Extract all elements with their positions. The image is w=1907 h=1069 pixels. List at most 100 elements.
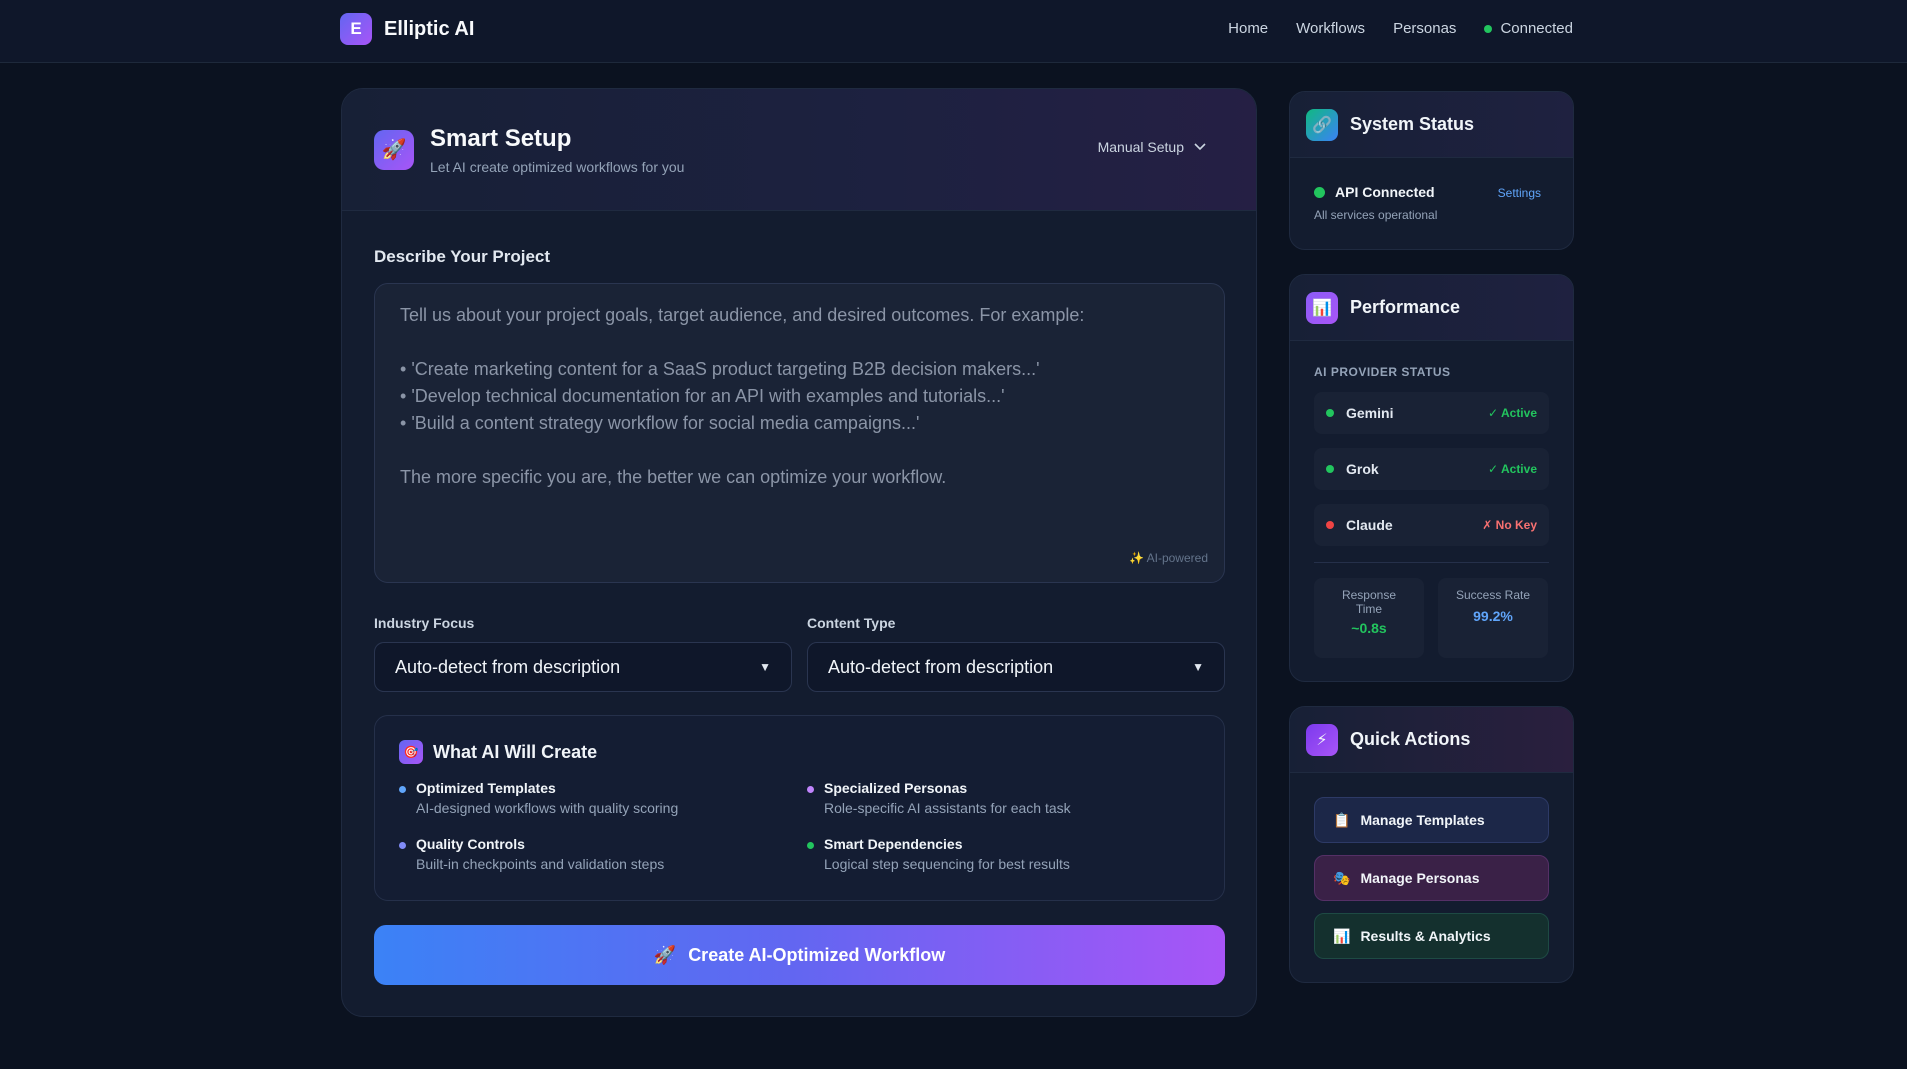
success-rate-metric: Success Rate 99.2% xyxy=(1438,578,1548,658)
connection-status: Connected xyxy=(1484,20,1573,37)
target-icon: 🎯 xyxy=(399,740,423,764)
masks-icon: 🎭 xyxy=(1333,869,1351,886)
connected-dot-icon xyxy=(1484,24,1493,33)
bullet-dot-icon xyxy=(399,786,406,793)
feature-title: Optimized Templates xyxy=(416,780,556,796)
quick-actions-title: Quick Actions xyxy=(1350,729,1471,749)
feature-title: Quality Controls xyxy=(416,836,525,852)
response-time-label-line2: Time xyxy=(1355,602,1383,616)
divider xyxy=(1314,562,1549,563)
provider-row-grok: Grok ✓ Active xyxy=(1314,448,1549,490)
what-ai-will-create-panel: 🎯 What AI Will Create Optimized Template… xyxy=(374,715,1225,901)
api-status-subtext: All services operational xyxy=(1314,208,1438,222)
feature-title: Specialized Personas xyxy=(824,780,968,796)
performance-title: Performance xyxy=(1350,297,1461,317)
system-status-title: System Status xyxy=(1350,114,1475,134)
project-description-textarea[interactable]: Tell us about your project goals, target… xyxy=(374,283,1225,583)
provider-status: ✓ Active xyxy=(1488,462,1537,476)
manual-setup-label: Manual Setup xyxy=(1097,139,1184,155)
bullet-dot-icon xyxy=(807,786,814,793)
content-type-value: Auto-detect from description xyxy=(828,656,1054,677)
performance-body: AI PROVIDER STATUS Gemini ✓ Active Grok … xyxy=(1290,341,1573,681)
results-analytics-label: Results & Analytics xyxy=(1360,928,1491,944)
feature-desc: Built-in checkpoints and validation step… xyxy=(416,856,665,872)
performance-card: 📊 Performance AI PROVIDER STATUS Gemini … xyxy=(1289,274,1574,682)
smart-setup-title: Smart Setup xyxy=(430,124,572,152)
link-icon: 🔗 xyxy=(1306,108,1338,141)
describe-project-label: Describe Your Project xyxy=(374,247,551,266)
system-status-card: 🔗 System Status API Connected All servic… xyxy=(1289,91,1574,250)
lightning-icon: ⚡ xyxy=(1306,723,1338,756)
nav-home-link[interactable]: Home xyxy=(1228,20,1268,37)
bar-chart-icon: 📊 xyxy=(1306,291,1338,324)
what-ai-will-create-heading: 🎯 What AI Will Create xyxy=(399,740,597,764)
system-status-header: 🔗 System Status xyxy=(1290,92,1573,158)
industry-focus-value: Auto-detect from description xyxy=(395,656,621,677)
top-navbar: E Elliptic AI Home Workflows Personas Co… xyxy=(0,0,1907,63)
provider-name: Claude xyxy=(1346,517,1393,533)
create-workflow-button[interactable]: 🚀 Create AI-Optimized Workflow xyxy=(374,925,1225,985)
provider-name: Grok xyxy=(1346,461,1379,477)
brand[interactable]: E Elliptic AI xyxy=(340,13,474,45)
provider-row-gemini: Gemini ✓ Active xyxy=(1314,392,1549,434)
provider-status-dot-icon xyxy=(1326,465,1334,473)
create-workflow-label: Create AI-Optimized Workflow xyxy=(688,944,946,965)
placeholder-example: 'Develop technical documentation for an … xyxy=(400,383,1199,410)
manage-personas-button[interactable]: 🎭 Manage Personas xyxy=(1314,855,1549,901)
main-nav: Home Workflows Personas Connected xyxy=(1228,20,1573,37)
select-caret-icon: ▼ xyxy=(759,660,771,674)
smart-setup-card: 🚀 Smart Setup Let AI create optimized wo… xyxy=(341,88,1257,1017)
smart-setup-subtitle: Let AI create optimized workflows for yo… xyxy=(430,158,685,175)
provider-status-dot-icon xyxy=(1326,521,1334,529)
feature-item: Smart Dependencies Logical step sequenci… xyxy=(807,836,1070,872)
placeholder-example: 'Create marketing content for a SaaS pro… xyxy=(400,356,1199,383)
feature-desc: AI-designed workflows with quality scori… xyxy=(416,800,679,816)
response-time-label-line1: Response xyxy=(1341,588,1397,602)
placeholder-outro: The more specific you are, the better we… xyxy=(400,467,947,487)
feature-item: Optimized Templates AI-designed workflow… xyxy=(399,780,678,816)
feature-desc: Role-specific AI assistants for each tas… xyxy=(824,800,1071,816)
success-rate-label: Success Rate xyxy=(1455,588,1531,602)
feature-item: Quality Controls Built-in checkpoints an… xyxy=(399,836,664,872)
api-status-label: API Connected xyxy=(1335,184,1435,200)
industry-focus-label: Industry Focus xyxy=(374,615,475,631)
manage-personas-label: Manage Personas xyxy=(1360,870,1480,886)
provider-status: ✓ Active xyxy=(1488,406,1537,420)
feature-title: Smart Dependencies xyxy=(824,836,963,852)
brand-name: Elliptic AI xyxy=(384,17,475,40)
ai-provider-status-label: AI PROVIDER STATUS xyxy=(1314,365,1451,379)
placeholder-intro: Tell us about your project goals, target… xyxy=(400,305,1085,325)
provider-row-claude: Claude ✗ No Key xyxy=(1314,504,1549,546)
content-type-label: Content Type xyxy=(807,615,896,631)
nav-workflows-link[interactable]: Workflows xyxy=(1296,20,1365,37)
feature-item: Specialized Personas Role-specific AI as… xyxy=(807,780,1071,816)
provider-status: ✗ No Key xyxy=(1482,518,1537,532)
nav-personas-link[interactable]: Personas xyxy=(1393,20,1456,37)
industry-focus-select[interactable]: Auto-detect from description ▼ xyxy=(374,642,792,692)
chevron-down-icon xyxy=(1194,143,1206,151)
success-rate-value: 99.2% xyxy=(1473,608,1513,624)
content-type-select[interactable]: Auto-detect from description ▼ xyxy=(807,642,1225,692)
api-status-row: API Connected xyxy=(1314,184,1435,200)
clipboard-icon: 📋 xyxy=(1333,811,1351,828)
manage-templates-label: Manage Templates xyxy=(1360,812,1485,828)
what-ai-will-create-title: What AI Will Create xyxy=(433,741,598,762)
settings-link[interactable]: Settings xyxy=(1498,186,1541,200)
response-time-value: ~0.8s xyxy=(1351,620,1387,636)
connection-status-label: Connected xyxy=(1500,20,1573,37)
brand-logo-icon: E xyxy=(340,13,372,45)
provider-status-dot-icon xyxy=(1326,409,1334,417)
bar-chart-icon: 📊 xyxy=(1333,927,1351,944)
manage-templates-button[interactable]: 📋 Manage Templates xyxy=(1314,797,1549,843)
results-analytics-button[interactable]: 📊 Results & Analytics xyxy=(1314,913,1549,959)
quick-actions-body: 📋 Manage Templates 🎭 Manage Personas 📊 R… xyxy=(1290,773,1573,982)
system-status-body: API Connected All services operational S… xyxy=(1290,158,1573,249)
quick-actions-header: ⚡ Quick Actions xyxy=(1290,707,1573,773)
rocket-icon: 🚀 xyxy=(653,944,677,965)
api-status-dot-icon xyxy=(1314,186,1325,198)
provider-name: Gemini xyxy=(1346,405,1394,421)
performance-header: 📊 Performance xyxy=(1290,275,1573,341)
placeholder-examples: 'Create marketing content for a SaaS pro… xyxy=(400,356,1199,437)
manual-setup-toggle[interactable]: Manual Setup xyxy=(1098,139,1206,155)
rocket-icon: 🚀 xyxy=(374,129,414,170)
